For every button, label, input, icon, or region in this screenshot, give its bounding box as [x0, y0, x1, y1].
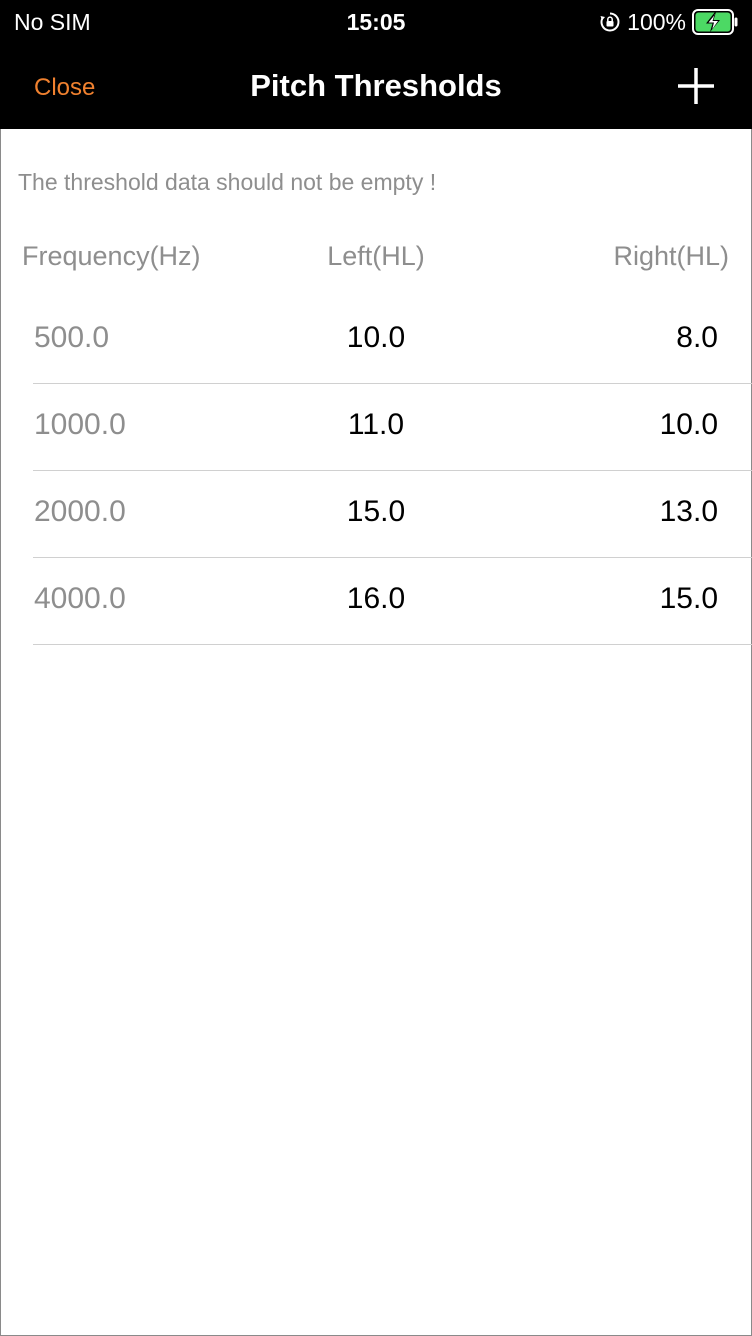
right-column-header: Right(HL) [613, 241, 729, 271]
right-value-cell: 15.0 [659, 582, 718, 615]
status-right: 100% [599, 8, 738, 36]
table-row[interactable]: 4000.0 16.0 15.0 [0, 558, 752, 645]
right-value-cell: 8.0 [676, 321, 718, 354]
table-row[interactable]: 2000.0 15.0 13.0 [0, 471, 752, 558]
table-row[interactable]: 1000.0 11.0 10.0 [0, 384, 752, 471]
left-value-cell: 10.0 [346, 321, 406, 354]
left-value-cell: 16.0 [346, 582, 406, 615]
header: No SIM 15:05 100% Close Pitch Thresholds [0, 0, 752, 129]
table-row[interactable]: 500.0 10.0 8.0 [0, 297, 752, 384]
left-value-cell: 15.0 [346, 495, 406, 528]
screen-frame [0, 0, 752, 1336]
left-value-cell: 11.0 [347, 408, 405, 441]
plus-icon[interactable] [674, 64, 718, 108]
right-value-cell: 10.0 [659, 408, 718, 441]
right-value-cell: 13.0 [659, 495, 718, 528]
battery-charging-icon [692, 9, 738, 35]
empty-data-warning: The threshold data should not be empty ! [18, 169, 437, 195]
orientation-lock-icon [600, 12, 620, 32]
battery-percent: 100% [627, 8, 686, 35]
threshold-table: 500.0 10.0 8.0 1000.0 11.0 10.0 2000.0 1… [0, 297, 752, 645]
page-title: Pitch Thresholds [250, 68, 502, 103]
